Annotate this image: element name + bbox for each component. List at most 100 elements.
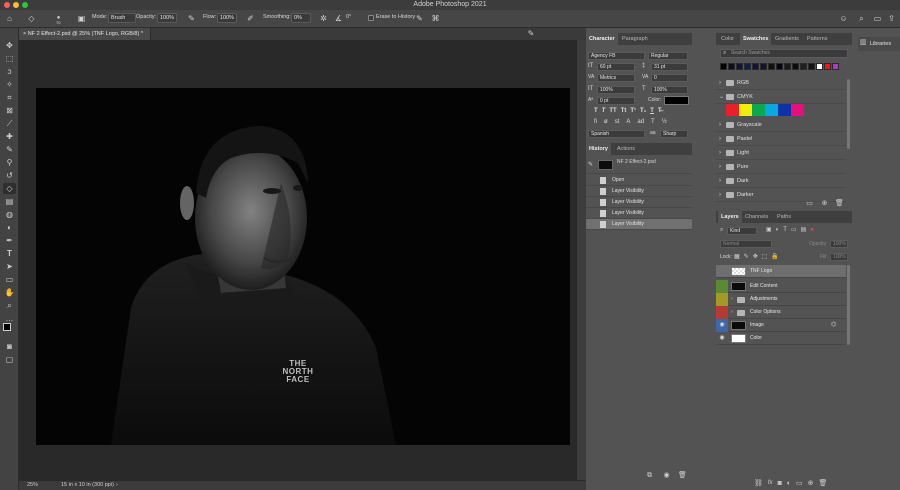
lock-position-icon[interactable]: ✥ bbox=[753, 253, 758, 260]
tab-history[interactable]: History bbox=[586, 143, 611, 155]
chevron-right-icon[interactable]: › bbox=[731, 293, 733, 306]
delete-layer-icon[interactable]: 🗑 bbox=[819, 479, 828, 487]
kerning-select[interactable]: Metrics bbox=[597, 74, 635, 82]
marquee-tool-icon[interactable]: ⬚ bbox=[3, 53, 16, 64]
recent-swatch[interactable] bbox=[760, 63, 767, 70]
lock-image-icon[interactable]: ✎ bbox=[744, 253, 749, 260]
layer-name[interactable]: Adjustments bbox=[750, 293, 778, 306]
new-snapshot-icon[interactable]: ◉ bbox=[662, 471, 671, 480]
chevron-right-icon[interactable]: › bbox=[719, 132, 721, 146]
swatch-group-row[interactable]: › Pastel bbox=[716, 132, 846, 146]
font-style-select[interactable]: Regular bbox=[648, 52, 688, 60]
adjustment-filter-icon[interactable]: ◐ bbox=[776, 227, 780, 233]
visibility-toggle[interactable] bbox=[716, 265, 728, 278]
swatch-group-row[interactable]: › Dark bbox=[716, 174, 846, 188]
eraser-tool-preset-icon[interactable]: ◇ bbox=[26, 13, 37, 24]
opacity-input[interactable]: 100% bbox=[157, 13, 177, 23]
ordinals-button[interactable]: T bbox=[651, 119, 655, 125]
superscript-button[interactable]: T¹ bbox=[630, 108, 636, 114]
tracking-select[interactable]: 0 bbox=[651, 74, 688, 82]
history-item[interactable]: Layer Visibility bbox=[586, 186, 692, 197]
stylistic-alternates-button[interactable]: A bbox=[626, 119, 630, 125]
recent-swatch[interactable] bbox=[744, 63, 751, 70]
tab-patterns[interactable]: Patterns bbox=[804, 33, 830, 45]
magic-wand-tool-icon[interactable]: ✧ bbox=[3, 79, 16, 90]
smoothing-input[interactable]: 0% bbox=[291, 13, 311, 23]
layer-name[interactable]: Color Options bbox=[750, 306, 781, 319]
lock-all-icon[interactable]: 🔒 bbox=[771, 253, 778, 260]
layer-filter-kind-select[interactable]: Kind bbox=[727, 227, 757, 235]
subscript-button[interactable]: T₁ bbox=[640, 108, 646, 114]
zoom-level[interactable]: 25% bbox=[27, 482, 38, 488]
underline-button[interactable]: T bbox=[650, 108, 654, 114]
swatch-group-row[interactable]: › Light bbox=[716, 146, 846, 160]
link-layers-icon[interactable]: ⛓ bbox=[754, 479, 763, 487]
titling-button[interactable]: ad bbox=[637, 119, 644, 125]
mode-select[interactable]: Brush bbox=[108, 13, 136, 23]
new-document-from-state-icon[interactable]: ⧉ bbox=[645, 471, 654, 480]
status-menu-chevron-icon[interactable]: › bbox=[116, 482, 118, 488]
home-icon[interactable]: ⌂ bbox=[4, 13, 15, 24]
swatches-scrollbar[interactable] bbox=[847, 79, 850, 149]
recent-swatch[interactable] bbox=[784, 63, 791, 70]
small-caps-button[interactable]: Tt bbox=[621, 108, 627, 114]
layer-row[interactable]: ◉ Image ⌬ bbox=[716, 319, 846, 332]
swatch[interactable] bbox=[765, 104, 778, 116]
ligatures-button[interactable]: fi bbox=[594, 119, 597, 125]
layer-name[interactable]: Edit Content bbox=[750, 280, 778, 293]
leading-input[interactable]: 31 pt bbox=[651, 63, 688, 71]
fractions-button[interactable]: ½ bbox=[662, 119, 667, 125]
tab-layers[interactable]: Layers bbox=[718, 211, 742, 223]
erase-to-history-checkbox[interactable] bbox=[368, 15, 374, 21]
visibility-toggle[interactable] bbox=[716, 280, 728, 293]
shape-filter-icon[interactable]: ▭ bbox=[791, 226, 797, 233]
flow-input[interactable]: 100% bbox=[217, 13, 237, 23]
crop-tool-icon[interactable]: ⌗ bbox=[3, 92, 16, 103]
smart-filter-icon[interactable]: ⌬ bbox=[831, 321, 836, 328]
canvas-vertical-scrollbar[interactable] bbox=[577, 40, 586, 480]
pressure-opacity-icon[interactable]: ✎ bbox=[186, 13, 197, 24]
type-tool-icon[interactable]: T bbox=[3, 248, 16, 259]
zoom-tool-icon[interactable]: ⌕ bbox=[3, 300, 16, 311]
pressure-size-icon[interactable]: ✎ bbox=[414, 13, 425, 24]
text-color-swatch[interactable] bbox=[664, 96, 689, 105]
search-icon[interactable]: ⌕ bbox=[856, 13, 867, 24]
foreground-color-swatch[interactable] bbox=[3, 323, 11, 331]
swatch-group-row[interactable]: ⌄ CMYK bbox=[716, 90, 846, 104]
strikethrough-button[interactable]: T̶ bbox=[658, 108, 662, 114]
faux-italic-button[interactable]: T bbox=[602, 108, 606, 114]
baseline-shift-input[interactable]: 0 pt bbox=[597, 97, 635, 105]
tab-character[interactable]: Character bbox=[586, 33, 618, 45]
all-caps-button[interactable]: TT bbox=[609, 108, 616, 114]
layer-style-icon[interactable]: fx bbox=[768, 480, 773, 486]
visibility-toggle[interactable] bbox=[716, 306, 728, 319]
history-item-selected[interactable]: Layer Visibility bbox=[586, 219, 692, 230]
recent-swatch[interactable] bbox=[752, 63, 759, 70]
type-filter-icon[interactable]: T bbox=[783, 227, 787, 233]
layer-row[interactable]: TNF Logo bbox=[716, 265, 846, 278]
chevron-down-icon[interactable]: ⌄ bbox=[719, 90, 724, 104]
history-item[interactable]: Open bbox=[586, 175, 692, 186]
faux-bold-button[interactable]: T bbox=[594, 108, 598, 114]
document-canvas[interactable]: THE NORTH FACE bbox=[36, 88, 570, 445]
recent-swatch[interactable] bbox=[728, 63, 735, 70]
chevron-right-icon[interactable]: › bbox=[719, 76, 721, 90]
chevron-right-icon[interactable]: › bbox=[731, 306, 733, 319]
visibility-toggle[interactable] bbox=[716, 293, 728, 306]
learn-icon[interactable]: ☺ bbox=[838, 13, 849, 24]
swash-button[interactable]: st bbox=[615, 119, 620, 125]
eye-icon[interactable]: ◉ bbox=[716, 319, 728, 332]
tab-paragraph[interactable]: Paragraph bbox=[619, 33, 651, 45]
swatch[interactable] bbox=[726, 104, 739, 116]
symmetry-icon[interactable]: ⌘ bbox=[430, 13, 441, 24]
history-brush-source-icon[interactable]: ✎ bbox=[588, 161, 593, 168]
libraries-panel-button[interactable]: ▥ Libraries bbox=[858, 37, 900, 51]
document-tab[interactable]: × NF 2 Effect-2.psd @ 25% (TNF Logo, RGB… bbox=[19, 28, 151, 40]
recent-swatch[interactable] bbox=[816, 63, 823, 70]
recent-swatch[interactable] bbox=[808, 63, 815, 70]
layer-opacity-input[interactable]: 100% bbox=[830, 240, 848, 248]
dodge-tool-icon[interactable]: ◐ bbox=[3, 222, 16, 233]
swatch-search-box[interactable]: ⌕ Search Swatches bbox=[720, 49, 848, 58]
recent-swatch[interactable] bbox=[776, 63, 783, 70]
recent-swatch[interactable] bbox=[720, 63, 727, 70]
